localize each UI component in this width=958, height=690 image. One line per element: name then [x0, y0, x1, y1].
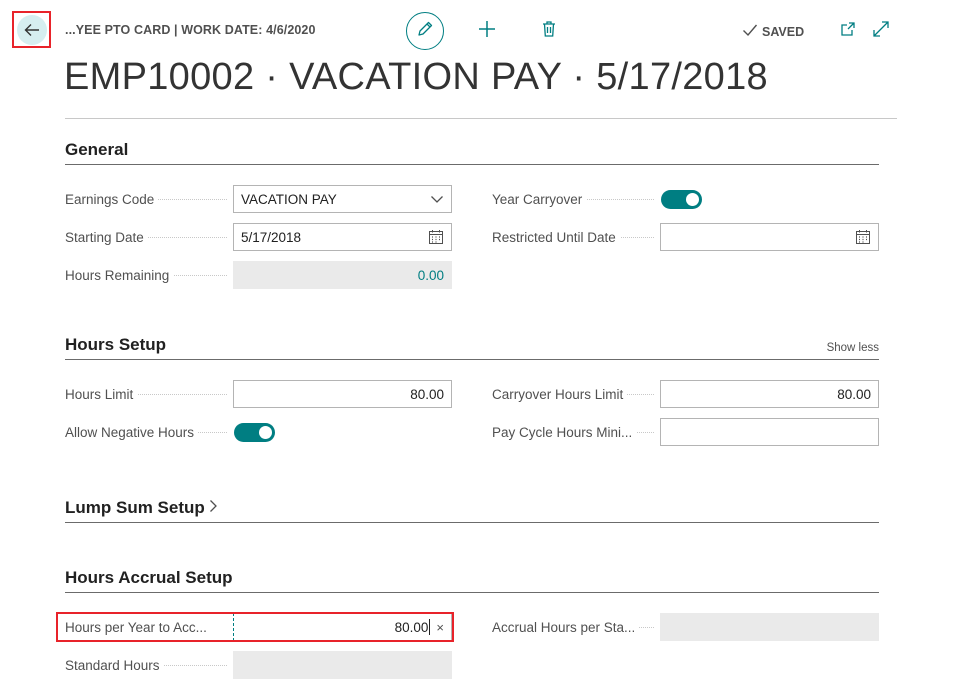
field-label: Carryover Hours Limit	[492, 386, 628, 402]
saved-status: SAVED	[742, 23, 804, 40]
field-hours-limit: Hours Limit 80.00	[65, 379, 452, 409]
text-cursor	[429, 619, 431, 635]
hours-per-year-input[interactable]: 80.00 ×	[233, 613, 452, 641]
clear-icon[interactable]: ×	[436, 620, 444, 635]
delete-button[interactable]	[538, 19, 560, 43]
field-accrual-hours-per-sta: Accrual Hours per Sta...	[492, 612, 879, 642]
field-earnings-code: Earnings Code VACATION PAY	[65, 184, 452, 214]
edit-button[interactable]	[406, 12, 444, 50]
saved-label: SAVED	[762, 24, 805, 39]
field-carryover-hours-limit: Carryover Hours Limit 80.00	[492, 379, 879, 409]
plus-icon	[478, 20, 496, 43]
starting-date-input[interactable]: 5/17/2018	[233, 223, 452, 251]
section-general-header[interactable]: General	[65, 140, 879, 165]
field-label: Allow Negative Hours	[65, 424, 199, 440]
year-carryover-toggle[interactable]	[661, 189, 702, 209]
trash-icon	[541, 20, 557, 43]
open-in-new-window-icon	[839, 20, 857, 43]
field-label: Hours Limit	[65, 386, 138, 402]
pay-cycle-hours-min-input[interactable]	[660, 418, 879, 446]
field-allow-negative-hours: Allow Negative Hours	[65, 417, 275, 447]
chevron-right-icon	[208, 498, 218, 518]
earnings-code-select[interactable]: VACATION PAY	[233, 185, 452, 213]
chevron-down-icon	[430, 192, 444, 207]
expand-icon	[872, 20, 890, 43]
section-title: Hours Accrual Setup	[65, 568, 233, 587]
restricted-until-date-input[interactable]	[660, 223, 879, 251]
back-button[interactable]	[12, 11, 51, 48]
standard-hours-value[interactable]	[233, 651, 452, 679]
allow-negative-hours-toggle[interactable]	[234, 422, 275, 442]
field-restricted-until-date: Restricted Until Date	[492, 222, 879, 252]
calendar-icon[interactable]	[855, 229, 871, 245]
hours-limit-input[interactable]: 80.00	[233, 380, 452, 408]
field-label: Earnings Code	[65, 191, 159, 207]
field-pay-cycle-hours-min: Pay Cycle Hours Mini...	[492, 417, 879, 447]
section-hours-setup-header[interactable]: Hours Setup Show less	[65, 335, 879, 360]
field-year-carryover: Year Carryover	[492, 184, 702, 214]
field-label: Restricted Until Date	[492, 229, 620, 245]
page-title: EMP10002 · VACATION PAY · 5/17/2018	[64, 56, 768, 98]
section-title: Hours Setup	[65, 335, 167, 354]
field-starting-date: Starting Date 5/17/2018	[65, 222, 452, 252]
field-label: Accrual Hours per Sta...	[492, 619, 640, 635]
section-hours-accrual-setup-header[interactable]: Hours Accrual Setup	[65, 568, 879, 593]
section-lump-sum-setup-header[interactable]: Lump Sum Setup	[65, 498, 879, 523]
field-label: Standard Hours	[65, 657, 164, 673]
pencil-icon	[416, 20, 434, 43]
accrual-hours-per-sta-value[interactable]	[660, 613, 879, 641]
back-arrow-icon	[16, 14, 47, 45]
section-title: Lump Sum Setup	[65, 498, 205, 517]
title-divider	[65, 118, 897, 119]
field-label: Starting Date	[65, 229, 148, 245]
field-hours-remaining: Hours Remaining 0.00	[65, 260, 452, 290]
section-title: General	[65, 140, 129, 159]
open-new-window-button[interactable]	[838, 20, 858, 42]
field-standard-hours: Standard Hours	[65, 650, 452, 680]
carryover-hours-limit-input[interactable]: 80.00	[660, 380, 879, 408]
field-label: Hours Remaining	[65, 267, 174, 283]
breadcrumb: ...YEE PTO CARD | WORK DATE: 4/6/2020	[65, 23, 316, 37]
field-label: Year Carryover	[492, 191, 587, 207]
new-button[interactable]	[476, 19, 498, 43]
hours-remaining-value[interactable]: 0.00	[233, 261, 452, 289]
checkmark-icon	[742, 23, 758, 40]
field-label: Hours per Year to Acc...	[65, 619, 211, 635]
show-less-link[interactable]: Show less	[827, 342, 879, 354]
field-hours-per-year: Hours per Year to Acc... 80.00 ×	[65, 612, 452, 642]
expand-button[interactable]	[870, 20, 892, 42]
field-label: Pay Cycle Hours Mini...	[492, 424, 637, 440]
calendar-icon[interactable]	[428, 229, 444, 245]
